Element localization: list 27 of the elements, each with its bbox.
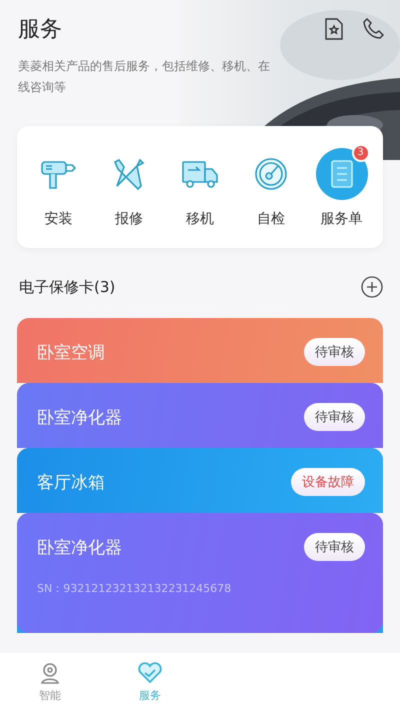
warranty-card[interactable]: 卧室净化器 待审核: [17, 383, 383, 448]
status-tag: 待审核: [304, 533, 365, 561]
phone-icon[interactable]: [362, 17, 386, 41]
heart-icon: [137, 661, 163, 685]
camera-icon: [38, 661, 62, 685]
service-label[interactable]: 服务单: [320, 210, 363, 228]
device-name: 卧室净化器: [37, 537, 122, 559]
service-label[interactable]: 安装: [44, 210, 72, 228]
serial-number: SN：932121232132132231245678: [37, 581, 232, 596]
device-name: 卧室空调: [37, 342, 105, 364]
device-name: 卧室净化器: [37, 407, 122, 429]
page-title: 服务: [18, 16, 63, 44]
service-label[interactable]: 报修: [115, 210, 144, 228]
add-icon[interactable]: [361, 276, 383, 298]
device-name: 客厅冰箱: [37, 472, 105, 494]
service-label[interactable]: 移机: [186, 210, 214, 228]
description-text: 美菱相关产品的售后服务，包括维修、移机、在线咨询等: [18, 58, 271, 96]
warranty-card[interactable]: 卧室空调 待审核: [17, 318, 383, 383]
starred-document-icon[interactable]: [324, 17, 344, 41]
section-title: 电子保修卡(3): [19, 278, 116, 296]
count-badge: 3: [352, 144, 370, 162]
warranty-card[interactable]: 客厅冰箱 设备故障: [17, 448, 383, 513]
service-label[interactable]: 自检: [256, 210, 285, 228]
status-tag: 待审核: [304, 403, 365, 431]
status-tag: 待审核: [304, 338, 365, 366]
warranty-card[interactable]: 卧室净化器 待审核 SN：932121232132132231245678: [17, 513, 383, 633]
status-tag: 设备故障: [291, 468, 365, 496]
